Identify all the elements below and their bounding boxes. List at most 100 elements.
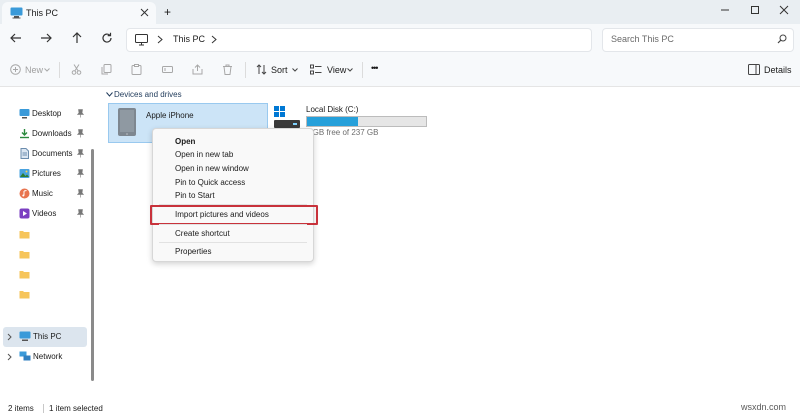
view-icon[interactable] xyxy=(310,64,322,75)
pin-icon[interactable] xyxy=(77,129,84,138)
this-pc-icon xyxy=(135,34,148,46)
command-bar: New Sort View ••• Details xyxy=(0,54,800,87)
chevron-down-icon[interactable] xyxy=(106,92,113,97)
divider xyxy=(245,62,246,78)
tab-this-pc[interactable]: This PC xyxy=(2,2,156,26)
maximize-button[interactable] xyxy=(748,3,762,17)
details-pane-icon[interactable] xyxy=(748,64,760,75)
pin-icon[interactable] xyxy=(77,189,84,198)
menu-item-import-pictures-and-videos[interactable]: Import pictures and videos xyxy=(175,210,269,219)
sidebar-item-label: Documents xyxy=(32,149,73,158)
close-window-button[interactable] xyxy=(777,3,791,17)
rename-icon[interactable] xyxy=(162,64,173,75)
paste-icon[interactable] xyxy=(131,64,142,75)
address-bar[interactable]: This PC xyxy=(126,28,592,52)
forward-arrow-icon[interactable] xyxy=(40,32,52,44)
desktop-icon xyxy=(19,108,30,119)
menu-separator xyxy=(159,242,307,243)
sidebar-scrollbar[interactable] xyxy=(91,149,94,381)
details-button[interactable]: Details xyxy=(764,65,792,75)
sidebar-item-documents[interactable]: Documents xyxy=(0,144,86,164)
disk-usage-bar xyxy=(306,116,427,127)
search-placeholder: Search This PC xyxy=(611,34,674,44)
sidebar-item-label: Desktop xyxy=(32,109,62,118)
copy-icon[interactable] xyxy=(101,64,112,75)
local-disk-icon[interactable] xyxy=(274,106,300,130)
videos-icon xyxy=(19,208,30,219)
pin-icon[interactable] xyxy=(77,209,84,218)
status-bar: 2 items 1 item selected xyxy=(0,400,800,416)
phone-device-icon xyxy=(117,107,137,137)
divider xyxy=(362,62,363,78)
chevron-right-icon[interactable] xyxy=(7,353,12,361)
chevron-right-icon[interactable] xyxy=(7,333,12,341)
downloads-icon xyxy=(19,128,30,139)
pictures-icon xyxy=(19,168,30,179)
new-plus-icon[interactable] xyxy=(10,64,21,75)
menu-item-open-in-new-window[interactable]: Open in new window xyxy=(175,164,249,173)
sidebar-item-label: Pictures xyxy=(32,169,61,178)
context-menu: Open Open in new tab Open in new window … xyxy=(150,128,318,262)
refresh-icon[interactable] xyxy=(101,32,113,44)
menu-item-create-shortcut[interactable]: Create shortcut xyxy=(175,229,230,238)
sidebar-item-pictures[interactable]: Pictures xyxy=(0,164,86,184)
selection-count: 1 item selected xyxy=(49,404,103,413)
delete-icon[interactable] xyxy=(222,64,233,75)
sidebar-item-label: This PC xyxy=(33,332,62,341)
documents-icon xyxy=(19,148,30,159)
folder-icon[interactable] xyxy=(19,270,30,279)
menu-item-open-in-new-tab[interactable]: Open in new tab xyxy=(175,150,233,159)
chevron-down-icon xyxy=(44,68,50,72)
minimize-button[interactable] xyxy=(718,3,732,17)
this-pc-icon xyxy=(10,7,23,19)
local-disk-label[interactable]: Local Disk (C:) xyxy=(306,105,358,114)
disk-usage-fill xyxy=(307,117,359,126)
sidebar-item-label: Music xyxy=(32,189,53,198)
divider xyxy=(43,404,44,413)
pin-icon[interactable] xyxy=(77,169,84,178)
menu-item-pin-to-quick-access[interactable]: Pin to Quick access xyxy=(175,178,245,187)
new-button[interactable]: New xyxy=(25,65,43,75)
sidebar-item-label: Videos xyxy=(32,209,57,218)
cut-icon[interactable] xyxy=(71,64,82,75)
chevron-down-icon xyxy=(347,68,353,72)
folder-icon[interactable] xyxy=(19,230,30,239)
sidebar-item-downloads[interactable]: Downloads xyxy=(0,124,86,144)
group-title: Devices and drives xyxy=(114,90,182,99)
sort-button[interactable]: Sort xyxy=(271,65,288,75)
sort-icon[interactable] xyxy=(256,64,267,75)
tab-close-icon[interactable] xyxy=(140,8,149,17)
watermark: wsxdn.com xyxy=(741,402,787,412)
navigation-pane: Desktop Downloads Documents Pictures Mus… xyxy=(0,87,100,397)
apple-iphone-label: Apple iPhone xyxy=(146,111,194,120)
chevron-right-icon[interactable] xyxy=(211,35,217,44)
menu-item-pin-to-start[interactable]: Pin to Start xyxy=(175,191,215,200)
sidebar-item-music[interactable]: Music xyxy=(0,184,86,204)
menu-item-properties[interactable]: Properties xyxy=(175,247,211,256)
divider xyxy=(59,62,60,78)
sidebar-item-label: Network xyxy=(33,352,63,361)
view-button[interactable]: View xyxy=(327,65,346,75)
network-icon xyxy=(19,351,31,362)
chevron-down-icon xyxy=(292,68,298,72)
new-tab-button[interactable]: + xyxy=(164,6,171,18)
share-icon[interactable] xyxy=(192,64,203,75)
pin-icon[interactable] xyxy=(77,109,84,118)
chevron-right-icon[interactable] xyxy=(157,35,163,44)
more-options-button[interactable]: ••• xyxy=(371,63,379,73)
back-arrow-icon[interactable] xyxy=(10,32,22,44)
search-input[interactable]: Search This PC xyxy=(602,28,794,52)
item-count: 2 items xyxy=(8,404,34,413)
this-pc-icon xyxy=(19,331,31,342)
menu-separator xyxy=(159,224,307,225)
search-icon xyxy=(777,34,787,44)
folder-icon[interactable] xyxy=(19,250,30,259)
disk-free-space: 0 GB free of 237 GB xyxy=(306,128,379,137)
breadcrumb-this-pc[interactable]: This PC xyxy=(173,34,205,44)
sidebar-item-videos[interactable]: Videos xyxy=(0,204,86,224)
sidebar-item-desktop[interactable]: Desktop xyxy=(0,104,86,124)
menu-item-open[interactable]: Open xyxy=(175,137,195,146)
folder-icon[interactable] xyxy=(19,290,30,299)
up-arrow-icon[interactable] xyxy=(71,32,83,44)
pin-icon[interactable] xyxy=(77,149,84,158)
